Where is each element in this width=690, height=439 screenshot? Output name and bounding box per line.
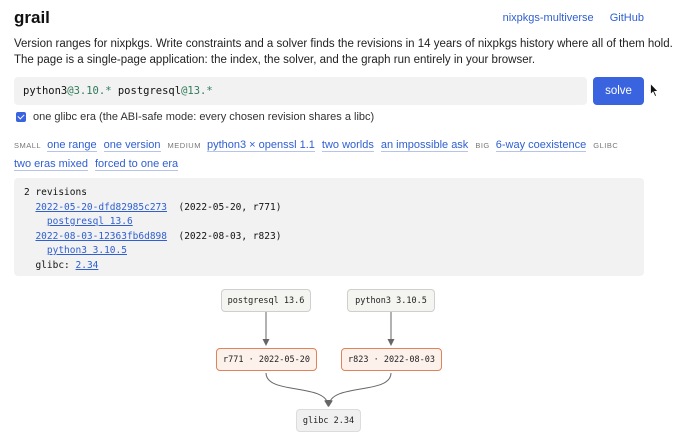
preset-category-big: BIG [475, 141, 490, 150]
preset-forced-one-era[interactable]: forced to one era [94, 158, 179, 171]
preset-two-worlds[interactable]: two worlds [321, 139, 374, 152]
glibc-label: glibc: [35, 259, 70, 271]
preset-impossible-ask[interactable]: an impossible ask [380, 139, 469, 152]
edge-r823-to-glibc [325, 372, 392, 407]
revision-link-2[interactable]: 2022-08-03-12363fb6d898 [35, 231, 167, 242]
graph-node-r771[interactable]: r771 · 2022-05-20 [216, 348, 317, 371]
preset-6-way-coexistence[interactable]: 6-way coexistence [495, 139, 587, 152]
nixpkgs-multiverse-link[interactable]: nixpkgs-multiverse [503, 12, 594, 24]
result-panel: 2 revisions 2022-05-20-dfd82985c273 (202… [14, 178, 644, 276]
revision-link-1[interactable]: 2022-05-20-dfd82985c273 [35, 202, 167, 213]
preset-one-version[interactable]: one version [103, 139, 161, 152]
glibc-era-option[interactable]: one glibc era (the ABI-safe mode: every … [16, 111, 374, 123]
graph-node-glibc[interactable]: glibc 2.34 [296, 409, 361, 432]
graph-node-postgresql[interactable]: postgresql 13.6 [221, 289, 311, 312]
top-links: nixpkgs-multiverse GitHub [490, 12, 644, 24]
revision-2-package-link[interactable]: python3 3.10.5 [47, 245, 127, 256]
preset-python3-openssl[interactable]: python3 × openssl 1.1 [206, 139, 315, 152]
preset-two-eras-mixed[interactable]: two eras mixed [14, 158, 88, 171]
result-count: 2 revisions [24, 187, 87, 198]
constraint-1-name: python3 [23, 85, 68, 97]
glibc-version-link[interactable]: 2.34 [76, 260, 99, 271]
revision-1-meta: (2022-05-20, r771) [178, 201, 282, 213]
app-title: grail [14, 8, 50, 27]
glibc-era-checkbox[interactable] [16, 112, 26, 122]
solve-button[interactable]: solve [593, 77, 644, 105]
intro-line-1: Version ranges for nixpkgs. Write constr… [14, 38, 673, 50]
github-link[interactable]: GitHub [610, 12, 644, 24]
edge-r771-to-glibc [265, 372, 332, 407]
constraint-1-version: @3.10.* [67, 85, 112, 97]
mouse-cursor-icon [650, 83, 659, 97]
preset-list: SMALL one range one version MEDIUM python3 ×… [14, 136, 634, 173]
revision-2-meta: (2022-08-03, r823) [178, 230, 282, 242]
graph-node-python3[interactable]: python3 3.10.5 [347, 289, 435, 312]
constraint-2-version: @13.* [181, 85, 213, 97]
intro-text: Version ranges for nixpkgs. Write constr… [14, 36, 674, 68]
preset-category-medium: MEDIUM [167, 141, 201, 150]
preset-category-glibc: GLIBC [593, 141, 619, 150]
graph-node-r823[interactable]: r823 · 2022-08-03 [341, 348, 442, 371]
dependency-graph: postgresql 13.6 python3 3.10.5 r771 · 20… [0, 280, 690, 439]
constraint-input[interactable]: python3@3.10.* postgresql@13.* [14, 77, 587, 105]
constraint-2-name: postgresql [117, 85, 182, 97]
revision-1-package-link[interactable]: postgresql 13.6 [47, 216, 133, 227]
intro-line-2: The page is a single-page application: t… [14, 54, 536, 66]
preset-one-range[interactable]: one range [47, 139, 97, 152]
glibc-era-label: one glibc era (the ABI-safe mode: every … [33, 111, 375, 123]
preset-category-small: SMALL [14, 141, 42, 150]
